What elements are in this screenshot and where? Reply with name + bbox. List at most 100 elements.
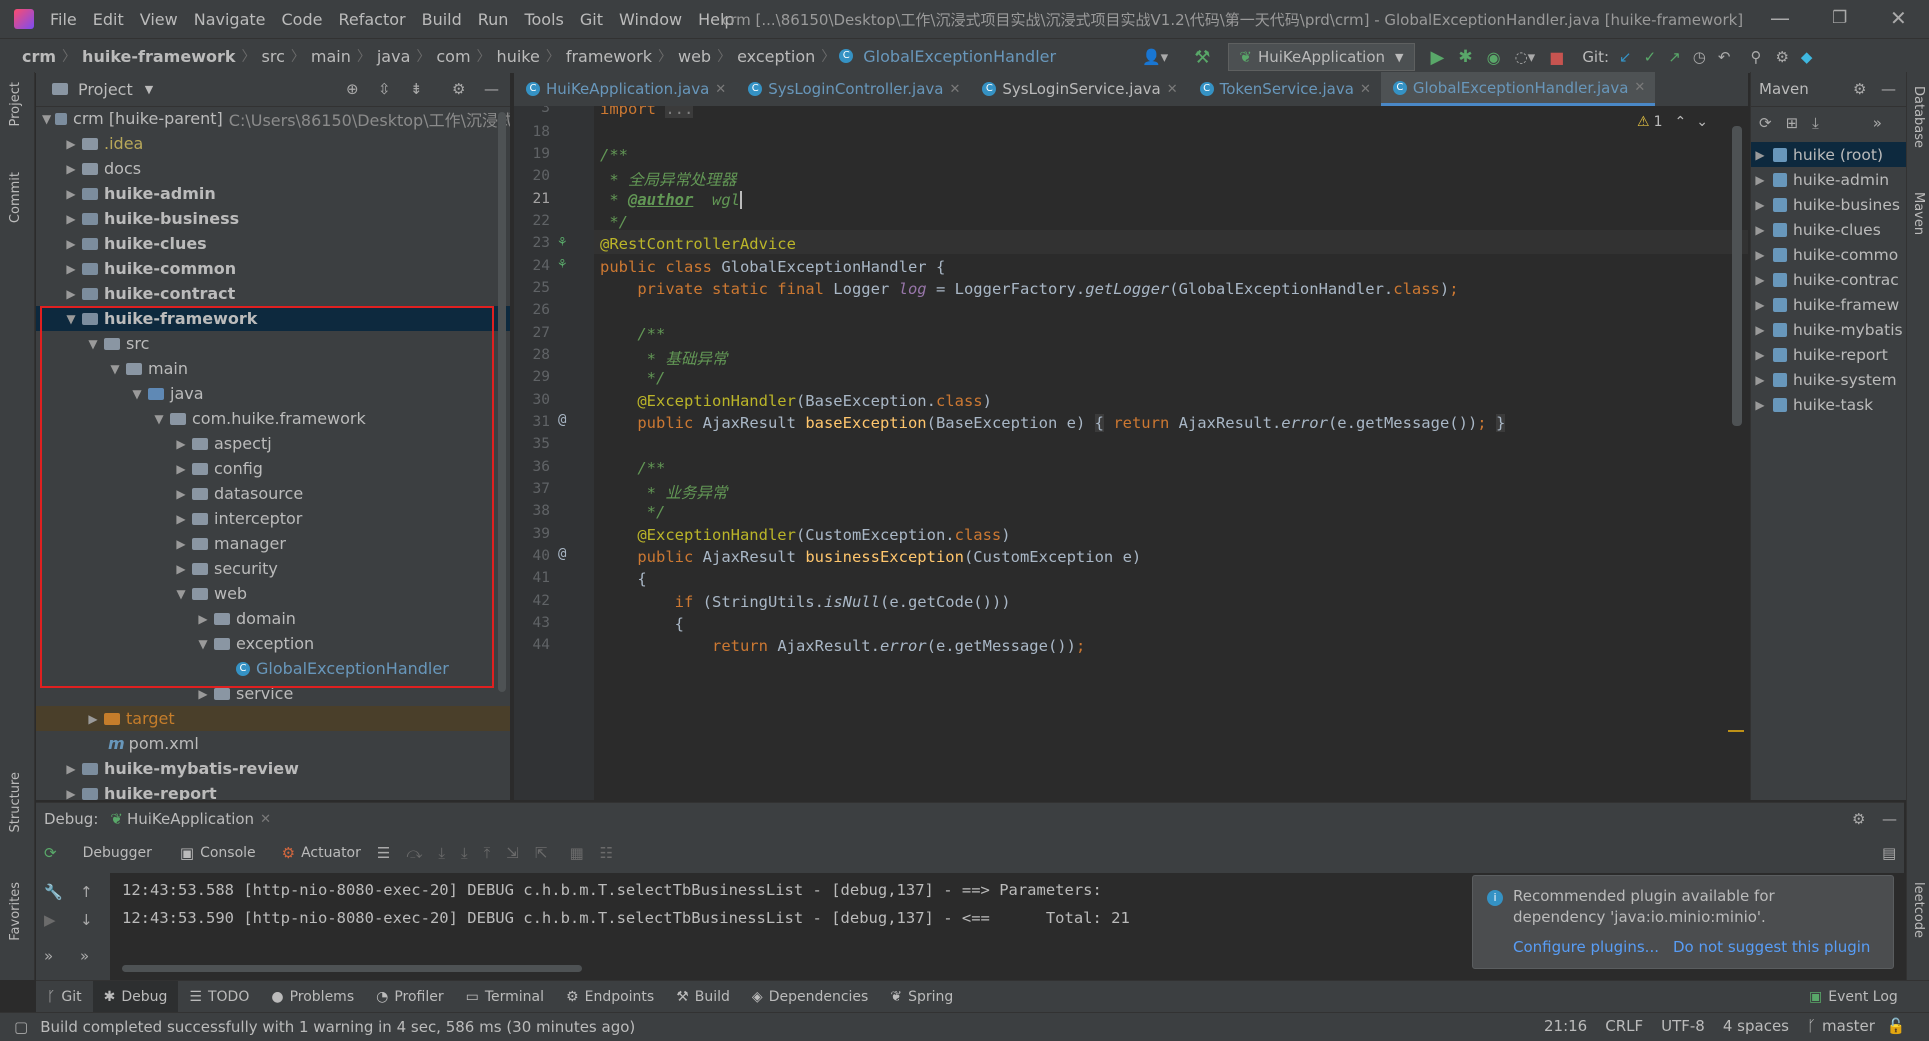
tab-globalexceptionhandler[interactable]: C GlobalExceptionHandler.java ✕ xyxy=(1380,72,1656,106)
git-update-icon[interactable]: ↙ xyxy=(1619,48,1632,66)
hide-panel-icon[interactable]: — xyxy=(484,80,499,98)
menu-refactor[interactable]: Refactor xyxy=(330,10,413,29)
stop-icon[interactable]: ■ xyxy=(1549,48,1564,67)
chevron-right-icon[interactable]: ▶ xyxy=(1751,223,1769,237)
tree-item[interactable]: ▼ exception xyxy=(36,631,510,656)
menu-tools[interactable]: Tools xyxy=(516,10,571,29)
tree-item[interactable]: ▶ security xyxy=(36,556,510,581)
chevron-right-icon[interactable]: ▶ xyxy=(194,612,212,626)
scrollbar[interactable] xyxy=(122,965,582,972)
tab-debugger[interactable]: Debugger xyxy=(83,845,152,861)
chevron-right-icon[interactable]: ▶ xyxy=(1751,373,1769,387)
tree-item[interactable]: ▶ target xyxy=(36,706,510,731)
favorites-tool-tab[interactable]: Favorites xyxy=(8,882,23,941)
arrow-down-icon[interactable]: ↓ xyxy=(80,911,93,929)
indent-setting[interactable]: 4 spaces xyxy=(1723,1017,1789,1035)
tree-item[interactable]: ▶ aspectj xyxy=(36,431,510,456)
caret-position[interactable]: 21:16 xyxy=(1544,1017,1587,1035)
scrollbar[interactable] xyxy=(498,112,506,692)
status-message[interactable]: Build completed successfully with 1 warn… xyxy=(40,1018,635,1036)
close-icon[interactable]: ✕ xyxy=(1360,82,1371,97)
toolwindow-terminal[interactable]: ▭ Terminal xyxy=(455,981,555,1013)
toolwindow-problems[interactable]: ● Problems xyxy=(260,981,365,1013)
history-icon[interactable]: ◷ xyxy=(1693,48,1706,66)
tree-item[interactable]: ▶ domain xyxy=(36,606,510,631)
lock-icon[interactable]: 🔓 xyxy=(1887,1017,1906,1035)
tab-huikeapplication[interactable]: C HuiKeApplication.java ✕ xyxy=(514,72,736,106)
chevron-right-icon[interactable]: ▶ xyxy=(1751,323,1769,337)
debug-session-tab[interactable]: HuiKeApplication xyxy=(127,810,254,828)
chevron-down-icon[interactable]: ▼ xyxy=(106,362,124,376)
chevron-right-icon[interactable]: ▶ xyxy=(172,512,190,526)
chevron-right-icon[interactable]: ▶ xyxy=(172,437,190,451)
tree-item[interactable]: ▼ web xyxy=(36,581,510,606)
menu-view[interactable]: View xyxy=(132,10,186,29)
chevron-right-icon[interactable]: ▶ xyxy=(62,137,80,151)
breadcrumb-item[interactable]: com xyxy=(432,47,474,66)
restore-icon[interactable]: ❐ xyxy=(1832,8,1847,28)
user-icon[interactable]: 👤▾ xyxy=(1142,48,1168,66)
toolwindow-build[interactable]: ⚒ Build xyxy=(665,981,741,1013)
chevron-down-icon[interactable]: ▼ xyxy=(172,587,190,601)
menu-run[interactable]: Run xyxy=(470,10,517,29)
maven-item[interactable]: ▶ huike-task xyxy=(1751,392,1906,417)
warning-marker[interactable] xyxy=(1728,730,1744,732)
tab-console[interactable]: Console xyxy=(200,845,256,861)
chevron-right-icon[interactable]: ▶ xyxy=(172,487,190,501)
rerun-icon[interactable]: ⟳ xyxy=(44,844,57,862)
chevron-right-icon[interactable]: ▶ xyxy=(1751,148,1769,162)
chevron-right-icon[interactable]: ▶ xyxy=(172,462,190,476)
maven-item[interactable]: ▶ huike-system xyxy=(1751,367,1906,392)
more-icon[interactable]: » xyxy=(1873,114,1882,132)
chevron-right-icon[interactable]: ▶ xyxy=(62,237,80,251)
toolwindow-todo[interactable]: ☰ TODO xyxy=(178,981,260,1013)
hide-panel-icon[interactable]: — xyxy=(1882,810,1897,828)
expand-all-icon[interactable]: ⇳ xyxy=(378,80,391,98)
tree-root[interactable]: ▼ crm [huike-parent] C:\Users\86150\Deskt… xyxy=(36,106,510,131)
tab-sysloginController[interactable]: C SysLoginController.java ✕ xyxy=(736,72,970,106)
maven-tool-tab[interactable]: Maven xyxy=(1911,192,1926,235)
tab-sysloginservice[interactable]: C SysLoginService.java ✕ xyxy=(970,72,1187,106)
profile-icon[interactable]: ◌▾ xyxy=(1515,48,1536,66)
hammer-build-icon[interactable]: ⚒ xyxy=(1194,47,1210,68)
chevron-down-icon[interactable]: ⌄ xyxy=(1696,114,1708,130)
more-icon[interactable]: » xyxy=(80,947,89,965)
tree-item[interactable]: ▼ main xyxy=(36,356,510,381)
maven-item[interactable]: ▶ huike (root) xyxy=(1751,142,1906,167)
tree-item-selected[interactable]: ▼ huike-framework xyxy=(36,306,510,331)
run-to-cursor-icon[interactable]: ⇲ xyxy=(506,844,519,862)
database-tool-tab[interactable]: Database xyxy=(1911,86,1926,148)
menu-navigate[interactable]: Navigate xyxy=(186,10,274,29)
step-over-icon[interactable]: ⤓ xyxy=(438,844,445,862)
add-folder-icon[interactable]: ⊞ xyxy=(1786,114,1799,132)
breadcrumb-item[interactable]: src xyxy=(258,47,289,66)
project-tool-tab[interactable]: Project xyxy=(8,82,23,126)
code-editor[interactable]: ⚠ 1 ⌃ ⌄ 3 18 19 20 21 22 23 24 25 26 27 28… xyxy=(514,106,1748,800)
minimize-icon[interactable]: — xyxy=(1770,6,1790,30)
tree-item[interactable]: ▶ huike-contract xyxy=(36,281,510,306)
close-icon[interactable]: ✕ xyxy=(715,82,726,97)
close-icon[interactable]: ✕ xyxy=(949,82,960,97)
maven-item[interactable]: ▶ huike-contrac xyxy=(1751,267,1906,292)
maven-item[interactable]: ▶ huike-busines xyxy=(1751,192,1906,217)
tab-tokenservice[interactable]: C TokenService.java ✕ xyxy=(1188,72,1381,106)
breadcrumb-item[interactable]: web xyxy=(674,47,715,66)
menu-file[interactable]: File xyxy=(42,10,85,29)
run-config-select[interactable]: ❦ HuiKeApplication ▼ xyxy=(1228,43,1415,71)
chevron-right-icon[interactable]: ▶ xyxy=(1751,348,1769,362)
chevron-right-icon[interactable]: ▶ xyxy=(194,687,212,701)
show-execution-point-icon[interactable]: ⤼ xyxy=(406,844,422,862)
arrow-up-icon[interactable]: ↑ xyxy=(80,883,93,901)
override-at-icon[interactable]: @ xyxy=(558,546,566,562)
maven-item[interactable]: ▶ huike-framew xyxy=(1751,292,1906,317)
git-branch[interactable]: master xyxy=(1822,1017,1875,1035)
toolwindow-git[interactable]: ᚴ Git xyxy=(36,981,93,1013)
tree-item[interactable]: ▶ service xyxy=(36,681,510,706)
breadcrumb-item[interactable]: huike-framework xyxy=(78,47,239,66)
chevron-right-icon[interactable]: ▶ xyxy=(62,762,80,776)
chevron-right-icon[interactable]: ▶ xyxy=(84,712,102,726)
toolwindow-profiler[interactable]: ◔ Profiler xyxy=(365,981,455,1013)
menu-edit[interactable]: Edit xyxy=(85,10,132,29)
menu-icon[interactable]: ☰ xyxy=(377,844,390,862)
close-window-icon[interactable]: ✕ xyxy=(1890,6,1907,30)
